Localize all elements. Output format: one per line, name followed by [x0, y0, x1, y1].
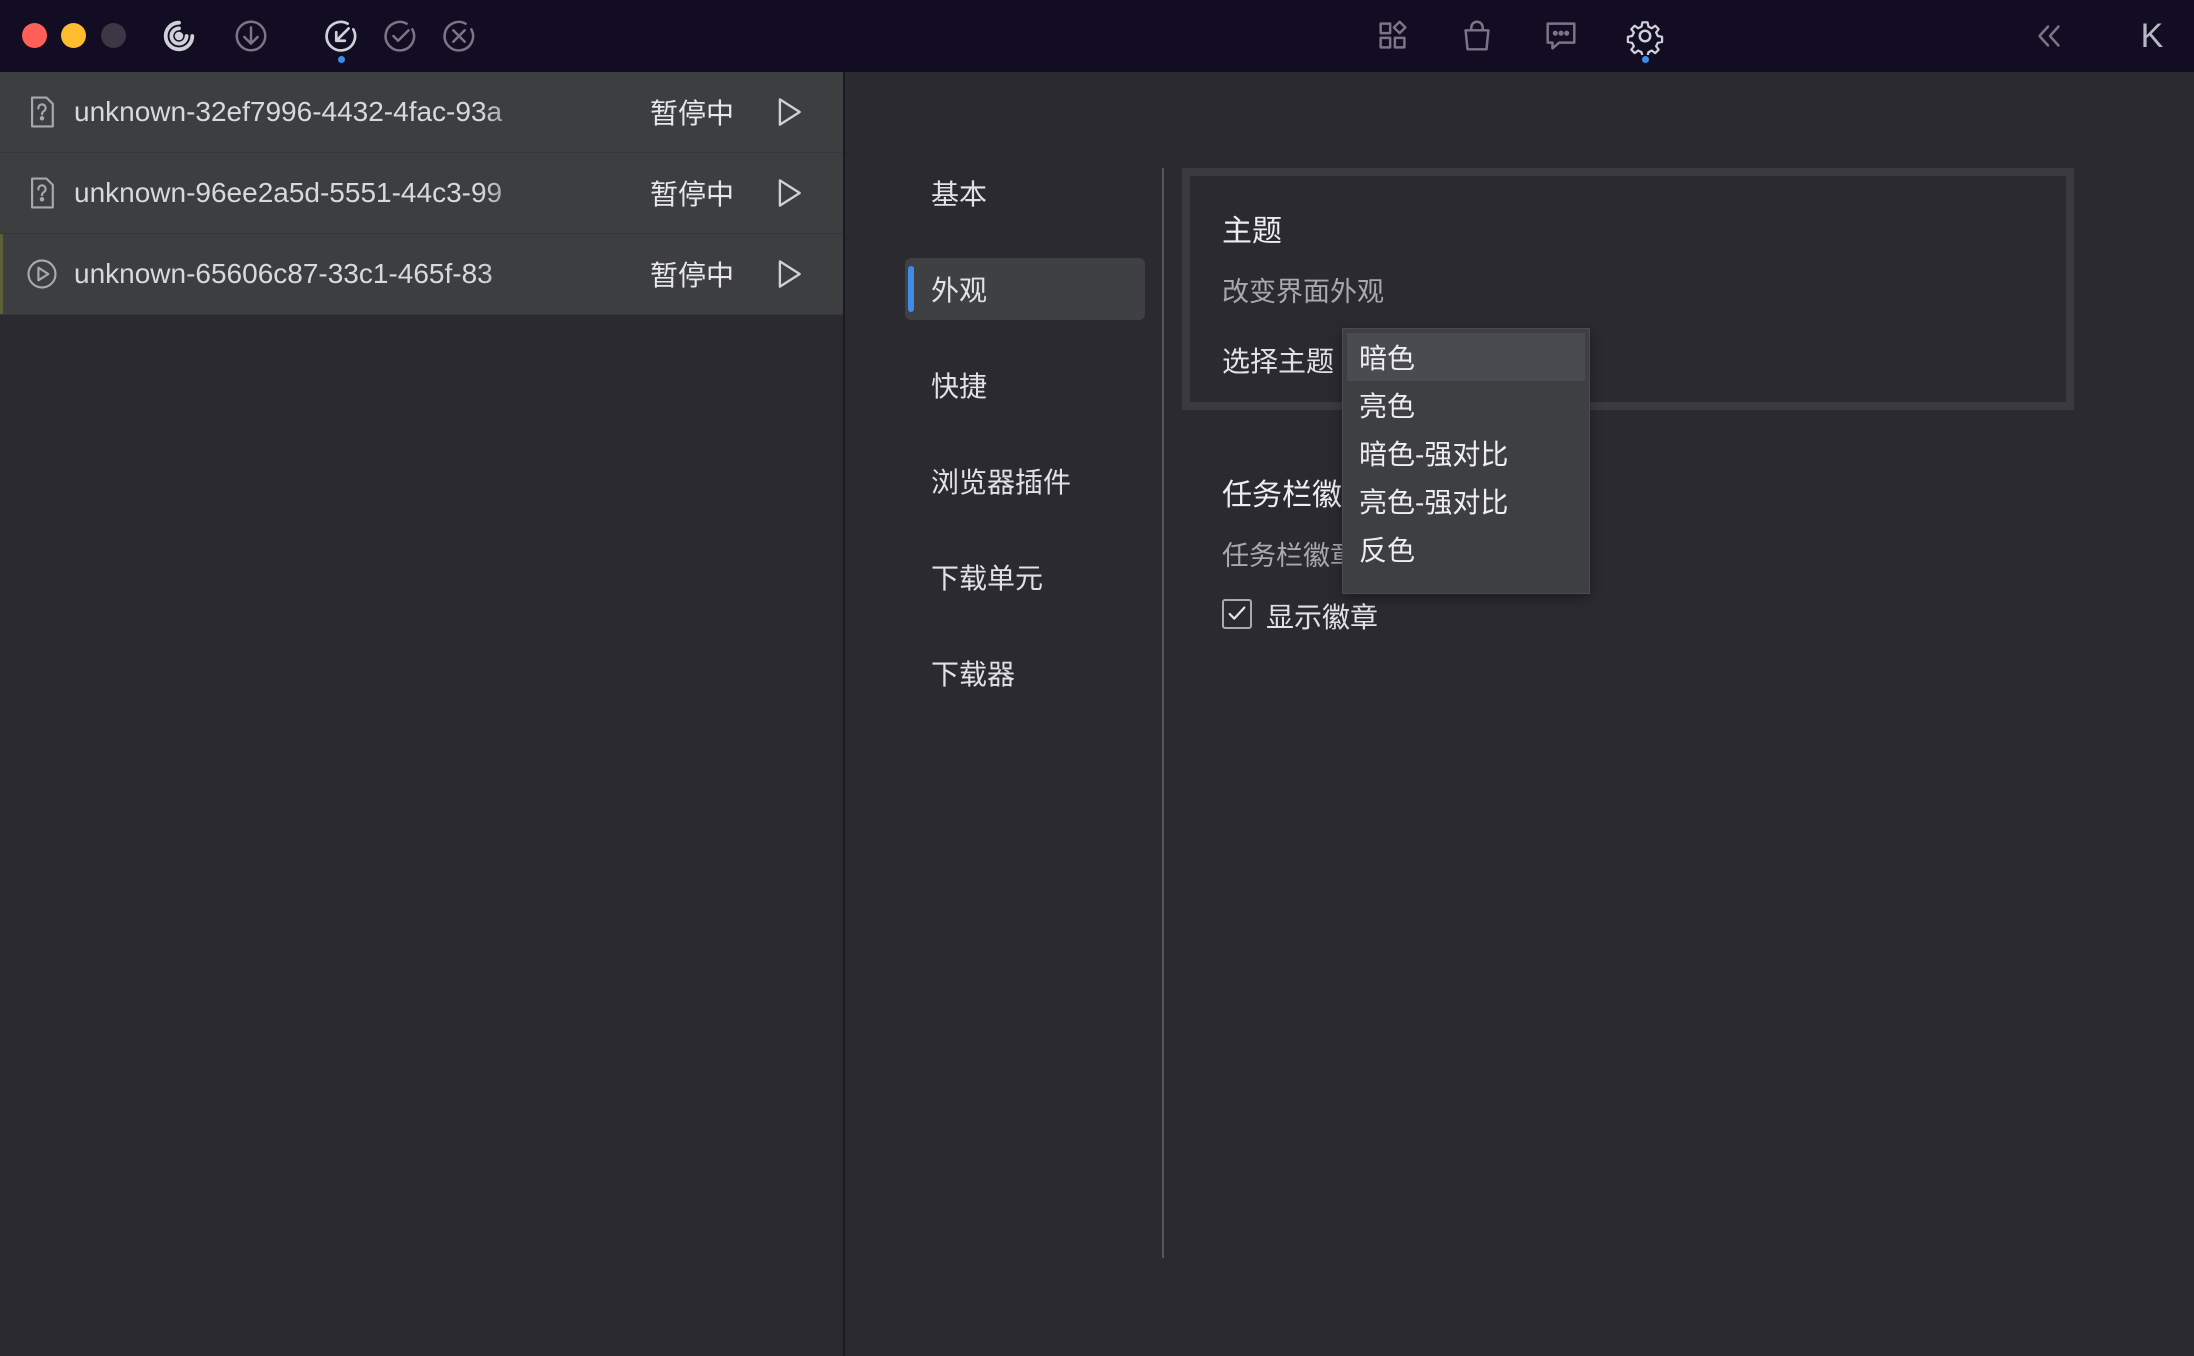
downloading-icon[interactable] [319, 14, 363, 63]
play-icon[interactable] [770, 175, 806, 211]
apps-icon[interactable] [1371, 14, 1415, 58]
theme-option-light-high-contrast[interactable]: 亮色-强对比 [1347, 477, 1585, 525]
task-name: unknown-96ee2a5d-5551-44c3-99 [74, 177, 503, 208]
theme-dropdown[interactable]: 暗色 亮色 暗色-强对比 亮色-强对比 反色 [1342, 328, 1590, 594]
task-name: unknown-65606c87-33c1-465f-83 [74, 258, 493, 289]
nav-item-downloader[interactable]: 下载器 [905, 642, 1145, 704]
play-circle-icon [27, 259, 57, 289]
bag-icon[interactable] [1455, 14, 1499, 58]
nav-item-browser-extension[interactable]: 浏览器插件 [905, 450, 1145, 512]
theme-option-inverted[interactable]: 反色 [1347, 525, 1585, 573]
task-status: 暂停中 [650, 260, 735, 291]
active-indicator-dot [1642, 56, 1649, 63]
nav-divider [1162, 168, 1164, 1258]
task-name: unknown-32ef7996-4432-4fac-93a [74, 96, 503, 127]
zoom-window-button[interactable] [101, 23, 126, 48]
user-initial[interactable]: K [2130, 14, 2174, 58]
failed-icon[interactable] [437, 14, 481, 58]
settings-nav: 基本 外观 快捷 浏览器插件 下载单元 下载器 [905, 162, 1145, 738]
task-status: 暂停中 [650, 98, 735, 129]
unknown-file-icon [31, 96, 54, 128]
theme-title: 主题 [1222, 215, 1282, 248]
active-indicator-dot [338, 56, 345, 63]
theme-option-dark[interactable]: 暗色 [1347, 333, 1585, 381]
unknown-file-icon [31, 177, 54, 209]
settings-icon[interactable] [1623, 14, 1667, 63]
task-row[interactable]: unknown-65606c87-33c1-465f-83 暂停中 [0, 234, 843, 315]
download-icon[interactable] [229, 14, 273, 58]
settings-panel: 基本 外观 快捷 浏览器插件 下载单元 下载器 主题 改变界面外观 选择主题 任… [845, 72, 2194, 1356]
badge-description: 任务栏徽章 [1222, 541, 1357, 571]
show-badge-checkbox[interactable] [1222, 599, 1252, 629]
minimize-window-button[interactable] [61, 23, 86, 48]
collapse-icon[interactable] [2027, 14, 2071, 58]
close-window-button[interactable] [22, 23, 47, 48]
nav-item-basic[interactable]: 基本 [905, 162, 1145, 224]
completed-icon[interactable] [378, 14, 422, 58]
play-icon[interactable] [770, 256, 806, 292]
app-logo-icon[interactable] [157, 14, 201, 58]
badge-title: 任务栏徽 [1222, 479, 1342, 512]
theme-description: 改变界面外观 [1222, 277, 1384, 307]
title-bar: K [0, 0, 2194, 73]
theme-option-dark-high-contrast[interactable]: 暗色-强对比 [1347, 429, 1585, 477]
task-list: unknown-32ef7996-4432-4fac-93a 暂停中 unkno… [0, 72, 845, 1356]
theme-option-light[interactable]: 亮色 [1347, 381, 1585, 429]
task-status: 暂停中 [650, 179, 735, 210]
theme-select-label: 选择主题 [1222, 346, 1335, 377]
nav-item-appearance[interactable]: 外观 [905, 258, 1145, 320]
nav-item-download-unit[interactable]: 下载单元 [905, 546, 1145, 608]
task-row[interactable]: unknown-32ef7996-4432-4fac-93a 暂停中 [0, 72, 843, 153]
task-row[interactable]: unknown-96ee2a5d-5551-44c3-99 暂停中 [0, 153, 843, 234]
nav-item-shortcuts[interactable]: 快捷 [905, 354, 1145, 416]
show-badge-label: 显示徽章 [1266, 602, 1379, 633]
play-icon[interactable] [770, 94, 806, 130]
chat-icon[interactable] [1539, 14, 1583, 58]
